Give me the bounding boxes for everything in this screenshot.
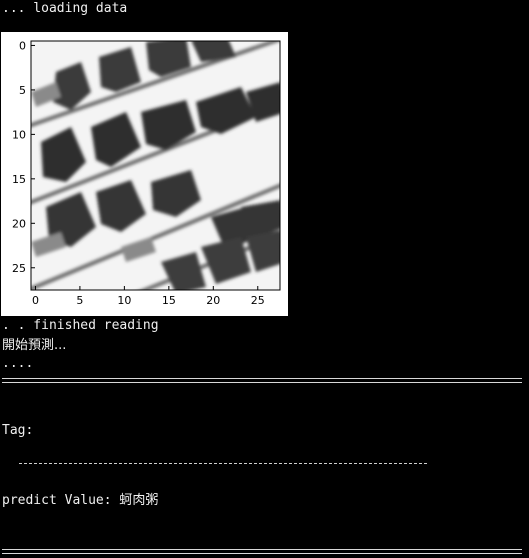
dots-line: .... <box>2 356 34 371</box>
x-tick-label: 15 <box>162 294 176 307</box>
separator-rule-bottom <box>2 549 522 554</box>
y-tick-label: 20 <box>12 217 26 230</box>
y-tick-label: 0 <box>19 39 26 52</box>
y-tick-label: 15 <box>12 173 26 186</box>
loading-data-line: ... loading data <box>2 1 128 16</box>
x-tick-label: 10 <box>117 294 131 307</box>
x-tick-label: 20 <box>206 294 220 307</box>
x-tick-label: 5 <box>76 294 83 307</box>
separator-rule-top <box>2 378 522 383</box>
predict-line: predict Value: 蚵肉粥 <box>2 493 158 508</box>
image-preview-plot: 0 5 10 15 20 25 0 5 10 15 20 25 <box>1 32 288 316</box>
y-tick-label: 5 <box>19 84 26 97</box>
y-tick-label: 10 <box>12 128 26 141</box>
y-tick-label: 25 <box>12 262 26 275</box>
tag-label: Tag: <box>2 423 34 438</box>
finished-reading-line: . . finished reading <box>2 318 159 333</box>
start-predict-line: 開始預測... <box>2 338 67 353</box>
dashed-separator <box>19 463 427 464</box>
predict-label: predict Value: <box>2 493 120 508</box>
x-tick-label: 25 <box>251 294 265 307</box>
predict-value: 蚵肉粥 <box>119 493 159 508</box>
x-tick-label: 0 <box>32 294 39 307</box>
